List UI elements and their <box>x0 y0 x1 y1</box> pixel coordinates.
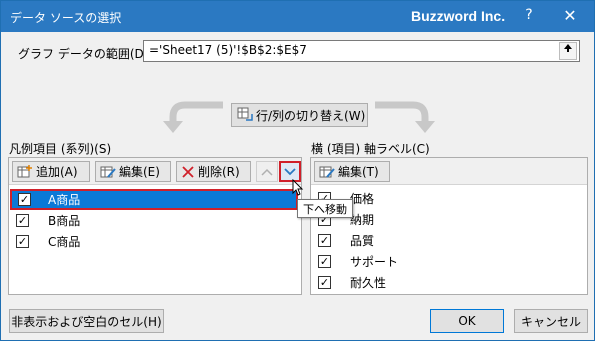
axis-item-durability[interactable]: ✓ 耐久性 <box>312 272 586 293</box>
add-table-icon <box>17 164 32 177</box>
axis-toolbar: 編集(T) <box>311 158 587 185</box>
axis-checkbox[interactable]: ✓ <box>318 255 331 268</box>
axis-item-support[interactable]: ✓ サポート <box>312 251 586 272</box>
move-up-button[interactable] <box>256 161 278 182</box>
edit-series-label: 編集(E) <box>119 165 160 179</box>
chart-range-label: グラフ データの範囲(D): <box>18 47 153 61</box>
mouse-cursor-icon <box>292 179 304 196</box>
move-down-tooltip: 下へ移動 <box>297 199 353 218</box>
series-checkbox[interactable]: ✓ <box>18 193 31 206</box>
curved-arrow-right-icon <box>375 101 435 133</box>
series-item-label: A商品 <box>48 193 81 207</box>
curved-arrow-left-icon <box>163 101 223 133</box>
axis-item-quality[interactable]: ✓ 品質 <box>312 230 586 251</box>
add-series-label: 追加(A) <box>36 165 78 179</box>
axis-item-price[interactable]: ✓ 価格 <box>312 188 586 209</box>
chevron-down-icon <box>284 167 296 175</box>
series-item-a[interactable]: ✓ A商品 <box>10 189 298 210</box>
edit-table-icon <box>319 166 335 178</box>
edit-axis-labels-button[interactable]: 編集(T) <box>314 161 390 182</box>
edit-table-icon <box>100 166 116 178</box>
ok-button[interactable]: OK <box>430 309 504 333</box>
axis-checkbox[interactable]: ✓ <box>318 276 331 289</box>
axis-labels-heading: 横 (項目) 軸ラベル(C) <box>311 142 430 156</box>
switch-row-column-label: 行/列の切り替え(W) <box>256 108 366 123</box>
axis-checkbox[interactable]: ✓ <box>318 234 331 247</box>
delete-series-label: 削除(R) <box>198 165 240 179</box>
switch-row-column-icon <box>237 107 253 121</box>
series-panel: 追加(A) 編集(E) 削除(R) ✓ A商品 ✓ B商品 ✓ C商品 <box>8 157 302 295</box>
series-item-c[interactable]: ✓ C商品 <box>10 231 300 252</box>
chart-range-input[interactable]: ='Sheet17 (5)'!$B$2:$E$7 <box>143 40 580 62</box>
series-item-b[interactable]: ✓ B商品 <box>10 210 300 231</box>
series-toolbar: 追加(A) 編集(E) 削除(R) <box>9 158 301 185</box>
axis-item-label: サポート <box>350 255 399 269</box>
close-button[interactable]: ✕ <box>559 5 581 27</box>
series-checkbox[interactable]: ✓ <box>16 214 29 227</box>
collapse-arrow-icon <box>564 44 572 52</box>
axis-item-label: 価格 <box>350 192 375 206</box>
chevron-up-icon <box>261 168 273 176</box>
hidden-empty-cells-button[interactable]: 非表示および空白のセル(H) <box>9 309 164 333</box>
help-button[interactable]: ? <box>519 7 539 25</box>
title-bar: データ ソースの選択 Buzzword Inc. ? ✕ <box>1 1 594 32</box>
delete-series-button[interactable]: 削除(R) <box>176 161 251 182</box>
delete-x-icon <box>182 165 194 178</box>
add-series-button[interactable]: 追加(A) <box>12 161 90 182</box>
axis-item-label: 納期 <box>350 213 375 227</box>
axis-item-delivery[interactable]: ✓ 納期 <box>312 209 586 230</box>
axis-labels-panel: 編集(T) ✓ 価格 ✓ 納期 ✓ 品質 ✓ サポート ✓ 耐久性 <box>310 157 588 295</box>
series-item-label: C商品 <box>48 235 81 249</box>
brand-watermark: Buzzword Inc. <box>411 8 506 24</box>
series-item-label: B商品 <box>48 214 81 228</box>
edit-axis-labels-label: 編集(T) <box>338 165 379 179</box>
switch-row-column-button[interactable]: 行/列の切り替え(W) <box>231 103 368 127</box>
series-checkbox[interactable]: ✓ <box>16 235 29 248</box>
dialog-title: データ ソースの選択 <box>10 11 122 25</box>
axis-item-label: 品質 <box>350 234 375 248</box>
axis-item-label: 耐久性 <box>350 276 387 290</box>
collapse-dialog-button[interactable] <box>559 42 577 60</box>
edit-series-button[interactable]: 編集(E) <box>95 161 171 182</box>
cancel-button[interactable]: キャンセル <box>514 309 588 333</box>
legend-series-heading: 凡例項目 (系列)(S) <box>9 142 112 156</box>
select-data-source-dialog: データ ソースの選択 Buzzword Inc. ? ✕ グラフ データの範囲(… <box>0 0 595 341</box>
